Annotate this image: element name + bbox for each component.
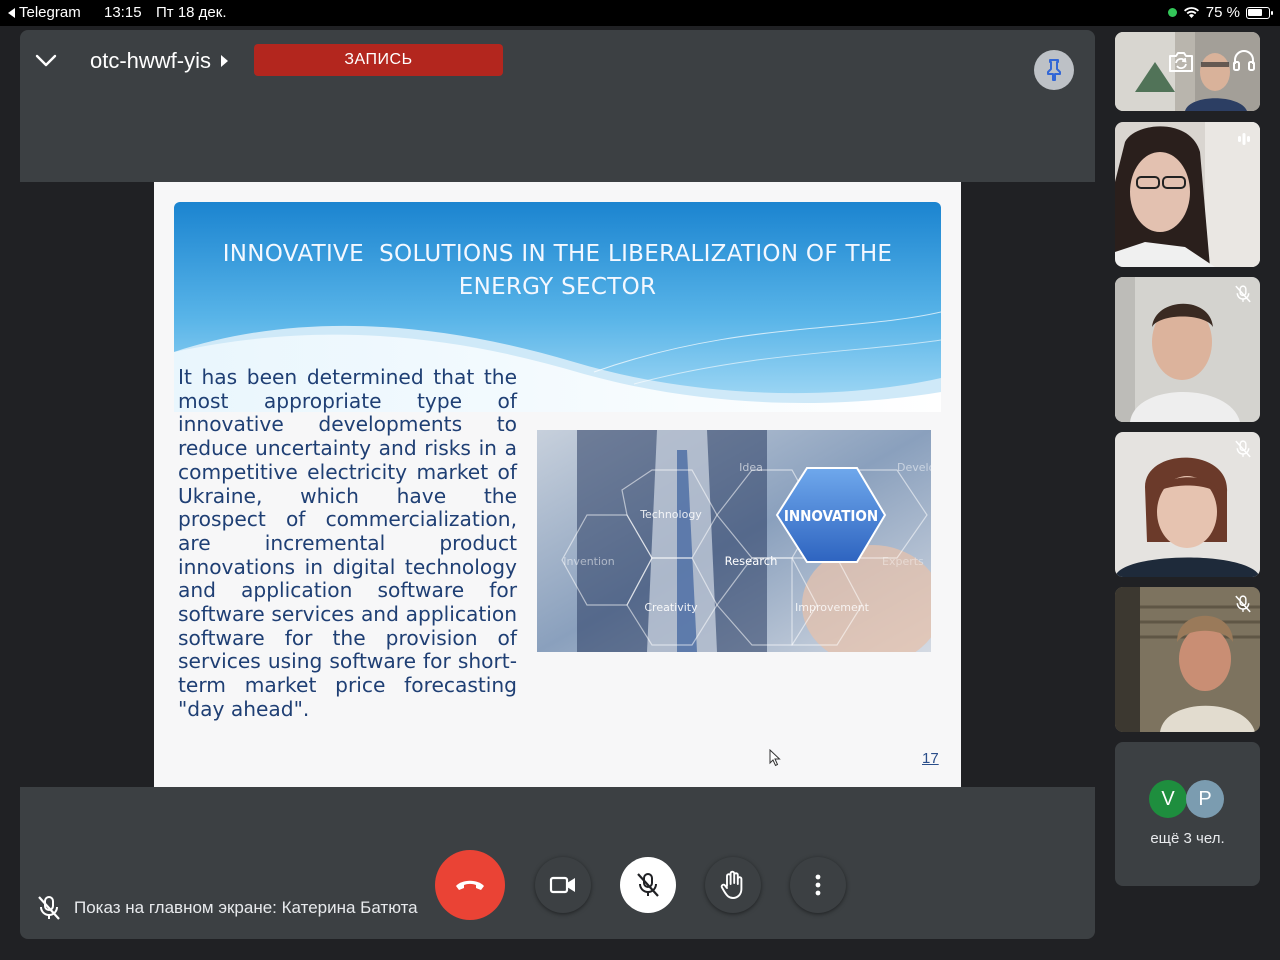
caret-right-icon: [221, 55, 229, 67]
shared-slide: INNOVATIVE SOLUTIONS IN THE LIBERALIZATI…: [154, 182, 961, 787]
pin-icon: [1047, 59, 1061, 81]
participant-tile-2[interactable]: [1115, 277, 1260, 422]
raise-hand-icon: [720, 870, 743, 899]
slide-body-text: It has been determined that the most app…: [178, 365, 517, 721]
mic-toggle-button[interactable]: [620, 857, 676, 913]
main-call-panel: otc-hwwf-yis ЗАПИСЬ INNOVATIVE SOLUTIONS…: [20, 30, 1095, 939]
avatar: P: [1186, 780, 1224, 818]
image-word-innovation: INNOVATION: [784, 507, 878, 525]
back-app-label: Telegram: [19, 4, 81, 21]
slide-title-line-1: INNOVATIVE SOLUTIONS IN THE LIBERALIZATI…: [222, 241, 893, 267]
more-options-button[interactable]: [790, 857, 846, 913]
battery-fill: [1248, 8, 1263, 16]
mic-off-icon: [1235, 285, 1251, 303]
mouse-cursor-icon: [769, 749, 781, 767]
image-word-develop: Develop: [897, 461, 931, 474]
slide-page-number: 17: [922, 750, 939, 767]
camera-switch-icon[interactable]: [1167, 50, 1195, 74]
mic-off-icon: [1235, 440, 1251, 458]
image-word-technology: Technology: [639, 508, 702, 521]
mic-off-icon: [1235, 595, 1251, 613]
wifi-icon: [1183, 7, 1199, 18]
chevron-down-icon[interactable]: [34, 50, 58, 70]
more-vert-icon: [815, 874, 821, 896]
participant-tile-4[interactable]: [1115, 587, 1260, 732]
meeting-code: otc-hwwf-yis: [90, 48, 212, 73]
slide-title: INNOVATIVE SOLUTIONS IN THE LIBERALIZATI…: [174, 238, 941, 304]
pin-button[interactable]: [1034, 50, 1074, 90]
battery-icon: [1246, 6, 1273, 19]
end-call-button[interactable]: [435, 850, 505, 920]
mic-in-use-indicator-icon: [1167, 8, 1177, 17]
innovation-hexagon-image: INNOVATION Idea Develop Technology Inven…: [537, 430, 931, 652]
image-word-research: Research: [725, 554, 778, 568]
back-arrow-icon: [8, 7, 15, 18]
image-word-improvement: Improvement: [795, 601, 870, 614]
phone-hangup-icon: [456, 880, 484, 890]
mic-off-icon: [637, 873, 659, 897]
slide-title-line-2: ENERGY SECTOR: [458, 274, 657, 300]
headphones-icon[interactable]: [1232, 48, 1256, 72]
avatar: V: [1149, 780, 1187, 818]
image-word-experts: Experts: [882, 555, 924, 568]
videocam-icon: [549, 876, 575, 894]
battery-percent: 75 %: [1205, 4, 1240, 21]
image-word-creativity: Creativity: [644, 601, 698, 614]
image-word-idea: Idea: [739, 461, 763, 474]
call-controls: [20, 850, 1095, 920]
participant-tile-3[interactable]: [1115, 432, 1260, 577]
camera-toggle-button[interactable]: [535, 857, 591, 913]
back-to-app-link[interactable]: Telegram: [8, 4, 81, 21]
status-date: Пт 18 дек.: [156, 4, 227, 21]
status-indicators: 75 %: [1167, 4, 1273, 21]
more-participants-label: ещё 3 чел.: [1150, 830, 1225, 847]
participant-tile-1[interactable]: [1115, 122, 1260, 267]
recording-badge: ЗАПИСЬ: [254, 44, 503, 76]
raise-hand-button[interactable]: [705, 857, 761, 913]
status-time: 13:15: [104, 4, 142, 21]
self-video-tile[interactable]: [1115, 32, 1260, 111]
meeting-code-button[interactable]: otc-hwwf-yis: [90, 48, 229, 74]
image-word-invention: Invention: [563, 555, 615, 568]
call-header: otc-hwwf-yis ЗАПИСЬ: [20, 30, 1095, 100]
audio-level-icon: [1238, 133, 1250, 145]
presentation-stage: INNOVATIVE SOLUTIONS IN THE LIBERALIZATI…: [20, 182, 1095, 787]
status-bar: Telegram 13:15 Пт 18 дек. 75 %: [0, 0, 1280, 26]
more-participants-tile[interactable]: V P ещё 3 чел.: [1115, 742, 1260, 886]
